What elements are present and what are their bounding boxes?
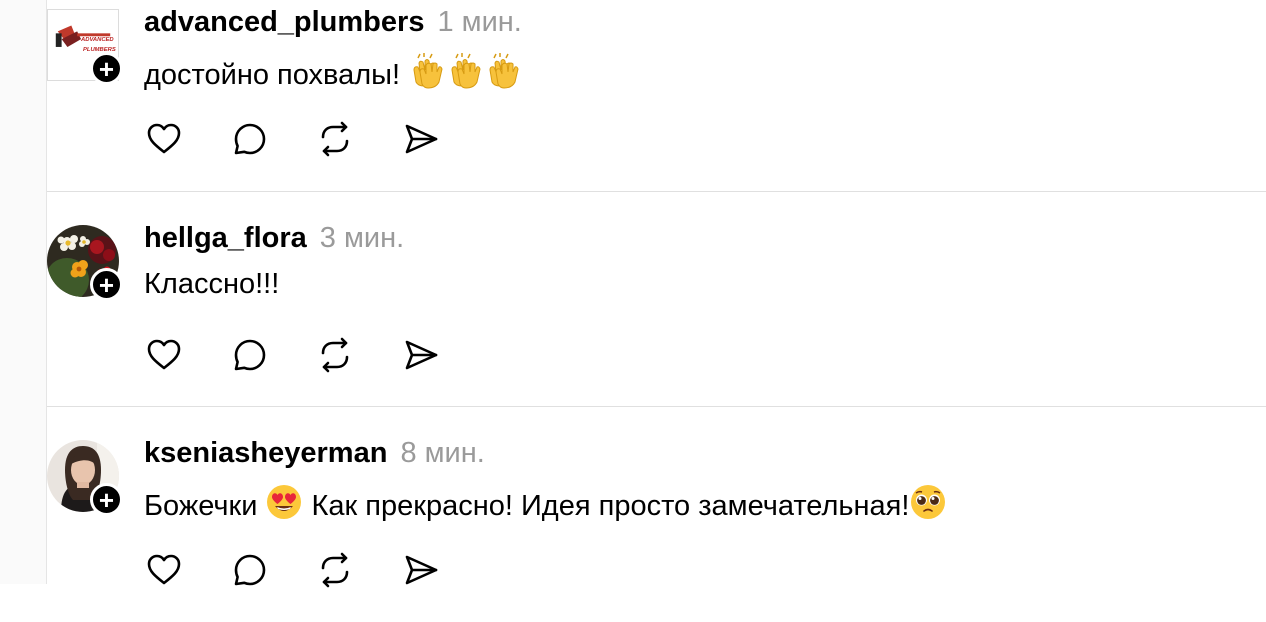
like-button[interactable] bbox=[145, 336, 183, 374]
comment-icon bbox=[234, 339, 266, 371]
clapping-hands-emoji bbox=[446, 52, 484, 90]
repost-button[interactable] bbox=[316, 120, 354, 158]
repost-icon bbox=[321, 337, 349, 373]
clapping-hands-emoji bbox=[408, 52, 446, 90]
send-icon bbox=[405, 124, 438, 154]
left-sidebar-edge bbox=[0, 0, 47, 584]
timestamp[interactable]: 1 мин. bbox=[437, 6, 521, 39]
repost-button[interactable] bbox=[316, 551, 354, 589]
comment-text-start: Божечки bbox=[144, 490, 258, 522]
comment-text-end: Как прекрасно! Идея просто замечательная… bbox=[311, 490, 910, 522]
comment-item: ADVANCED PLUMBERS + advanced_plumbers 1 … bbox=[47, 0, 1266, 192]
repost-icon bbox=[321, 121, 349, 157]
like-button[interactable] bbox=[145, 120, 183, 158]
timestamp[interactable]: 3 мин. bbox=[320, 222, 404, 255]
reply-button[interactable] bbox=[231, 120, 269, 158]
send-icon bbox=[405, 555, 438, 585]
share-button[interactable] bbox=[402, 336, 440, 374]
username[interactable]: hellga_flora bbox=[144, 222, 307, 255]
share-button[interactable] bbox=[402, 551, 440, 589]
comment-text: Классно!!! bbox=[144, 268, 279, 301]
logo-lettering: ADVANCED bbox=[80, 37, 114, 43]
timestamp[interactable]: 8 мин. bbox=[400, 437, 484, 470]
heart-icon bbox=[147, 339, 181, 370]
share-button[interactable] bbox=[402, 120, 440, 158]
comment-text-body: достойно похвалы! bbox=[144, 59, 401, 91]
repost-icon bbox=[321, 552, 349, 588]
follow-button[interactable]: + bbox=[90, 52, 123, 85]
comment-icon bbox=[234, 554, 266, 586]
avatar-container: ADVANCED PLUMBERS + bbox=[47, 9, 123, 85]
avatar-container: + bbox=[47, 440, 123, 516]
username[interactable]: kseniasheyerman bbox=[144, 437, 387, 470]
follow-button[interactable]: + bbox=[90, 483, 123, 516]
comment-header: kseniasheyerman 8 мин. bbox=[144, 437, 485, 473]
comment-text: достойно похвалы! bbox=[144, 52, 522, 92]
comment-header: advanced_plumbers 1 мин. bbox=[144, 6, 522, 42]
send-icon bbox=[405, 340, 438, 370]
repost-button[interactable] bbox=[316, 336, 354, 374]
username[interactable]: advanced_plumbers bbox=[144, 6, 424, 39]
avatar-container: + bbox=[47, 225, 123, 301]
comment-text-body: Классно!!! bbox=[144, 268, 280, 300]
pleading-face-emoji bbox=[909, 483, 947, 521]
comment-text: Божечки Как прекрасно! Идея просто замеч… bbox=[144, 483, 947, 523]
heart-icon bbox=[147, 123, 181, 154]
comment-header: hellga_flora 3 мин. bbox=[144, 222, 404, 258]
clapping-hands-emoji bbox=[484, 52, 522, 90]
comment-feed: ADVANCED PLUMBERS + advanced_plumbers 1 … bbox=[47, 0, 1266, 588]
comment-item: + kseniasheyerman 8 мин. Божечки Как пре… bbox=[47, 407, 1266, 622]
comment-item: + hellga_flora 3 мин. Классно!!! bbox=[47, 192, 1266, 407]
comment-icon bbox=[234, 123, 266, 155]
follow-button[interactable]: + bbox=[90, 268, 123, 301]
like-button[interactable] bbox=[145, 551, 183, 589]
reply-button[interactable] bbox=[231, 336, 269, 374]
reply-button[interactable] bbox=[231, 551, 269, 589]
heart-eyes-emoji bbox=[265, 483, 303, 521]
heart-icon bbox=[147, 554, 181, 585]
